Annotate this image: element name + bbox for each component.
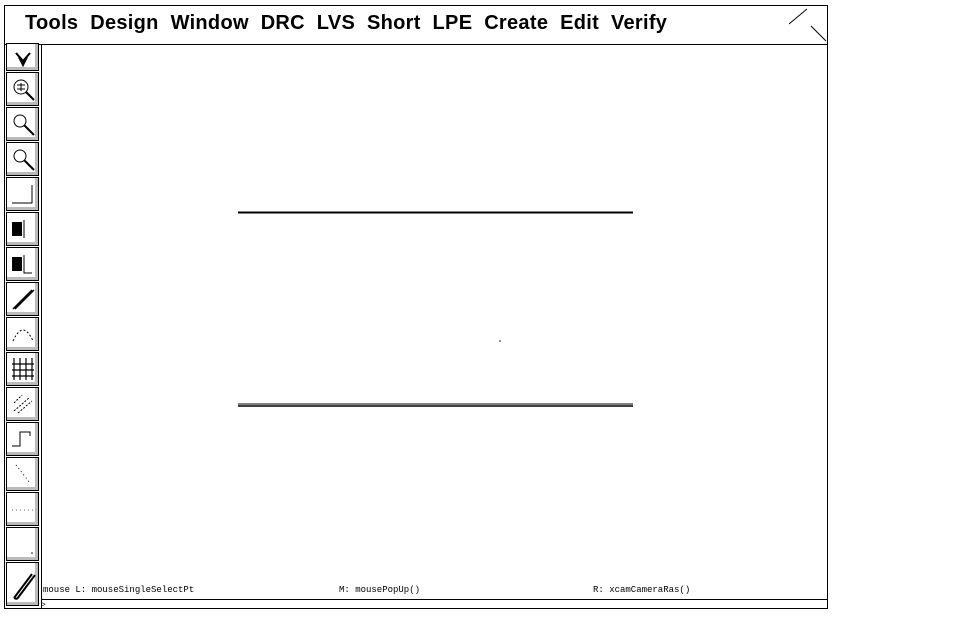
tool-zoom-fit[interactable] xyxy=(6,72,39,106)
menu-lpe[interactable]: LPE xyxy=(433,12,473,34)
zoom-in-icon xyxy=(13,114,35,136)
tool-dots[interactable] xyxy=(6,492,39,526)
menu-lvs[interactable]: LVS xyxy=(317,12,355,34)
dots-icon xyxy=(12,509,34,511)
tool-layer-stack[interactable] xyxy=(6,247,39,281)
tool-instance[interactable] xyxy=(6,387,39,421)
pen-icon xyxy=(13,573,36,600)
tool-zoom-out[interactable] xyxy=(6,142,39,176)
blank-icon xyxy=(31,552,33,554)
tool-path[interactable] xyxy=(6,422,39,456)
canvas-drawing xyxy=(238,211,633,407)
resize-corner-icon xyxy=(788,8,827,42)
menu-drc[interactable]: DRC xyxy=(261,12,305,34)
menu-short[interactable]: Short xyxy=(367,12,421,34)
layout-canvas[interactable] xyxy=(41,44,827,580)
status-middle-binding: M: mousePopUp() xyxy=(339,585,421,595)
tool-layer-fill[interactable] xyxy=(6,212,39,246)
redraw-icon xyxy=(15,52,31,68)
tool-zoom-in[interactable] xyxy=(6,107,39,141)
tool-rectangle[interactable] xyxy=(6,177,39,211)
menu-window[interactable]: Window xyxy=(171,12,249,34)
menu-create[interactable]: Create xyxy=(484,12,548,34)
arc-icon xyxy=(12,329,34,342)
window-resize-corner[interactable] xyxy=(788,6,827,44)
status-right-binding: R: xcamCameraRas() xyxy=(593,585,691,595)
tool-grid[interactable] xyxy=(6,352,39,386)
tool-palette xyxy=(5,43,42,608)
layer-stack-icon xyxy=(12,255,32,274)
menu-tools[interactable]: Tools xyxy=(25,12,78,34)
tool-wire[interactable] xyxy=(6,282,39,316)
tool-blank[interactable] xyxy=(6,527,39,561)
instance-icon xyxy=(13,394,33,414)
rectangle-icon xyxy=(12,185,33,204)
status-left-binding: mouse L: mouseSingleSelectPt xyxy=(43,585,195,595)
zoom-out-icon xyxy=(13,149,35,171)
origin-marker xyxy=(499,340,501,342)
wire-icon xyxy=(12,289,35,310)
zoom-fit-icon xyxy=(13,79,35,101)
tool-pen[interactable] xyxy=(6,562,39,606)
layer-fill-icon xyxy=(12,220,25,238)
command-line[interactable]: > xyxy=(41,601,827,610)
diagonal-icon xyxy=(15,464,31,484)
layout-editor-window: Tools Design Window DRC LVS Short LPE Cr… xyxy=(4,5,828,610)
tool-redraw[interactable] xyxy=(6,43,39,71)
menu-verify[interactable]: Verify xyxy=(611,12,667,34)
command-prompt: > xyxy=(41,601,46,610)
tool-diagonal[interactable] xyxy=(6,457,39,491)
grid-icon xyxy=(12,358,34,380)
menu-bar: Tools Design Window DRC LVS Short LPE Cr… xyxy=(5,6,827,45)
menu-edit[interactable]: Edit xyxy=(560,12,599,34)
path-icon xyxy=(12,431,31,447)
mouse-binding-status: mouse L: mouseSingleSelectPt M: mousePop… xyxy=(41,580,827,600)
tool-arc[interactable] xyxy=(6,317,39,351)
menu-design[interactable]: Design xyxy=(90,12,158,34)
